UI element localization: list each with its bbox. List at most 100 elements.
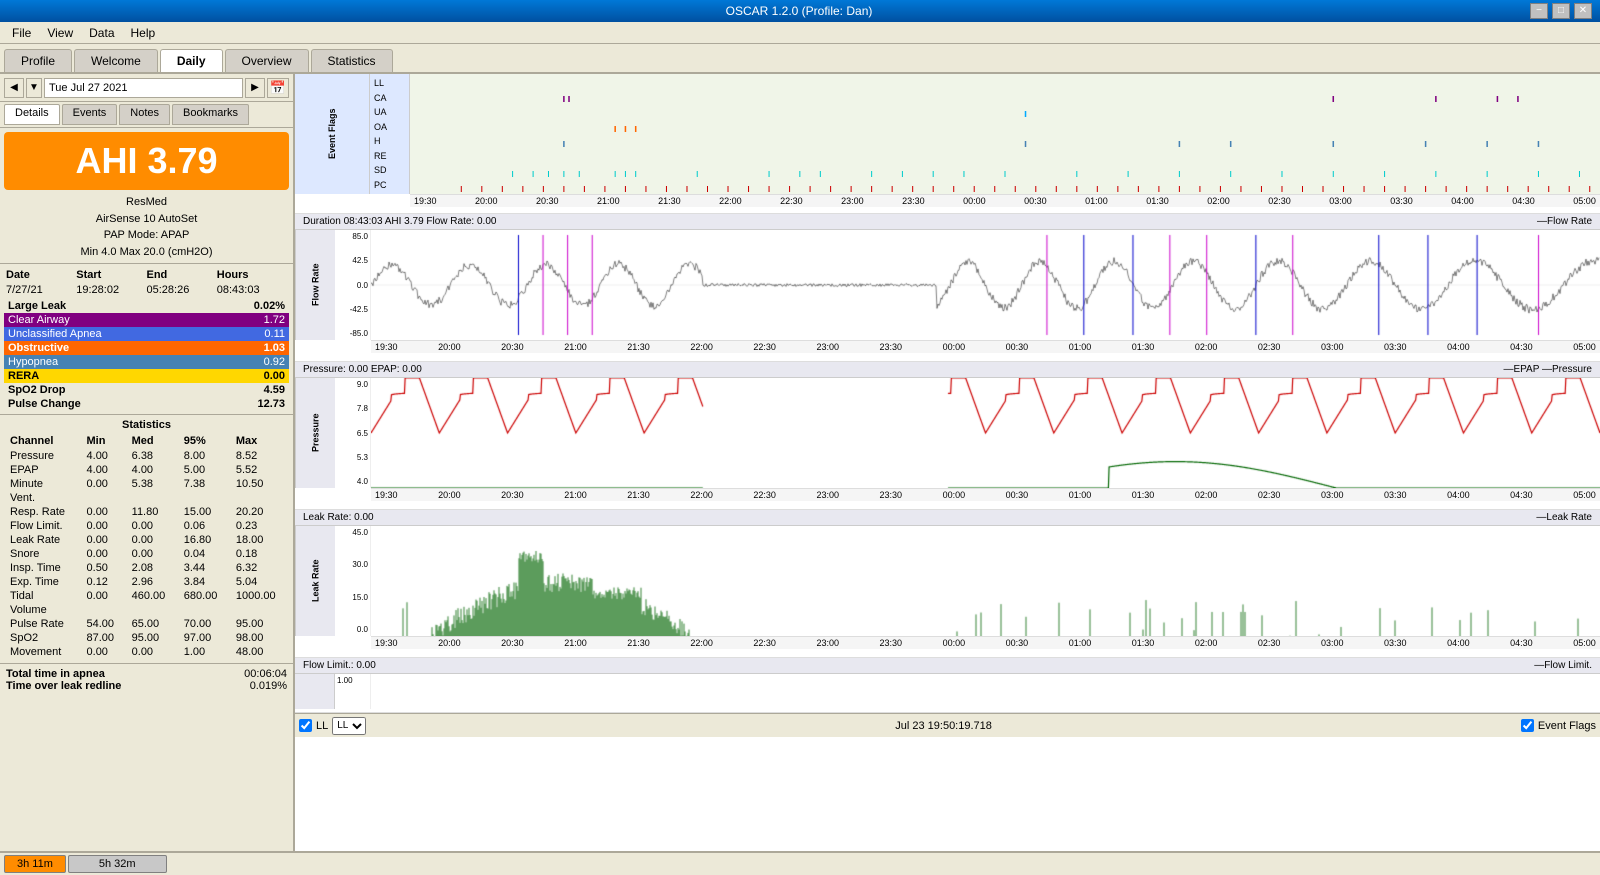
date-input[interactable] bbox=[44, 78, 243, 98]
pressure-canvas bbox=[371, 378, 1600, 488]
tab-profile[interactable]: Profile bbox=[4, 49, 72, 72]
nav-bar: ◀ ▼ ▶ 📅 bbox=[0, 74, 293, 102]
pressure-header: Pressure: 0.00 EPAP: 0.00 bbox=[303, 364, 422, 375]
col-date: Date bbox=[6, 269, 76, 281]
ll-dropdown[interactable]: LL bbox=[332, 717, 366, 735]
event-rera: RERA0.00 bbox=[4, 369, 289, 383]
leak-rate-canvas-container bbox=[371, 526, 1600, 636]
pressure-axis-label: Pressure bbox=[311, 414, 321, 453]
bottom-check-bar: LL LL Jul 23 19:50:19.718 Event Flags bbox=[295, 713, 1600, 737]
flow-limit-chart: Flow Limit.: 0.00 —Flow Limit. 1.00 bbox=[295, 658, 1600, 713]
ahi-box: AHI 3.79 bbox=[4, 132, 289, 190]
tab-daily[interactable]: Daily bbox=[160, 49, 223, 72]
val-start: 19:28:02 bbox=[76, 284, 146, 296]
flow-rate-canvas-container bbox=[371, 230, 1600, 340]
event-flags-axis-label: Event Flags bbox=[327, 109, 337, 160]
flow-rate-legend: —Flow Rate bbox=[1537, 216, 1592, 227]
ahi-value: AHI 3.79 bbox=[75, 140, 217, 181]
flow-rate-time-axis: 19:3020:0020:3021:0021:3022:0022:3023:00… bbox=[371, 340, 1600, 353]
device-info: ResMed AirSense 10 AutoSet PAP Mode: APA… bbox=[4, 194, 289, 260]
flag-re: RE bbox=[374, 151, 405, 161]
main-tab-bar: Profile Welcome Daily Overview Statistic… bbox=[0, 44, 1600, 74]
event-flags-label: Event Flags bbox=[295, 74, 370, 194]
col-hours: Hours bbox=[217, 269, 287, 281]
tab-welcome[interactable]: Welcome bbox=[74, 49, 158, 72]
menu-file[interactable]: File bbox=[4, 24, 39, 42]
menu-bar: File View Data Help bbox=[0, 22, 1600, 44]
subtab-bookmarks[interactable]: Bookmarks bbox=[172, 104, 249, 125]
menu-data[interactable]: Data bbox=[81, 24, 122, 42]
flag-oa: OA bbox=[374, 122, 405, 132]
flag-ua: UA bbox=[374, 107, 405, 117]
event-clear-airway: Clear Airway1.72 bbox=[4, 313, 289, 327]
left-panel: ◀ ▼ ▶ 📅 Details Events Notes Bookmarks A… bbox=[0, 74, 295, 851]
tab-overview[interactable]: Overview bbox=[225, 49, 309, 72]
bottom-right-controls: Event Flags bbox=[1521, 719, 1596, 732]
flow-limit-legend: —Flow Limit. bbox=[1534, 660, 1592, 671]
flags-content bbox=[410, 74, 1600, 194]
val-date: 7/27/21 bbox=[6, 284, 76, 296]
flag-sd: SD bbox=[374, 165, 405, 175]
time-segment-1[interactable]: 3h 11m bbox=[4, 855, 66, 873]
title-bar-title: OSCAR 1.2.0 (Profile: Dan) bbox=[726, 0, 873, 22]
sub-tab-bar: Details Events Notes Bookmarks bbox=[0, 102, 293, 128]
leak-rate-legend: —Leak Rate bbox=[1536, 512, 1592, 523]
event-large-leak: Large Leak0.02% bbox=[4, 299, 289, 313]
ll-checkbox[interactable] bbox=[299, 719, 312, 732]
pressure-time-axis: 19:3020:0020:3021:0021:3022:0022:3023:00… bbox=[371, 488, 1600, 501]
flag-pc: PC bbox=[374, 180, 405, 190]
subtab-notes[interactable]: Notes bbox=[119, 104, 170, 125]
flag-h: H bbox=[374, 136, 405, 146]
event-flags-bottom-label: Event Flags bbox=[1538, 720, 1596, 732]
flow-rate-axis-label: Flow Rate bbox=[311, 264, 321, 307]
total-section: Total time in apnea 00:06:04 Time over l… bbox=[6, 668, 287, 692]
flag-ll: LL bbox=[374, 78, 405, 88]
total-leak-row: Time over leak redline 0.019% bbox=[6, 680, 287, 692]
subtab-events[interactable]: Events bbox=[62, 104, 118, 125]
bottom-timestamp: Jul 23 19:50:19.718 bbox=[895, 720, 992, 732]
val-hours: 08:43:03 bbox=[217, 284, 287, 296]
time-segment-2[interactable]: 5h 32m bbox=[68, 855, 167, 873]
nav-back-btn[interactable]: ◀ bbox=[4, 78, 24, 98]
device-brand: ResMed bbox=[4, 194, 289, 211]
leak-rate-axis-label: Leak Rate bbox=[311, 560, 321, 603]
left-scrollable[interactable]: AHI 3.79 ResMed AirSense 10 AutoSet PAP … bbox=[0, 128, 293, 851]
events-section: Large Leak0.02% Clear Airway1.72 Unclass… bbox=[4, 299, 289, 411]
right-panel: Event Flags LL CA UA OA H RE SD PC bbox=[295, 74, 1600, 851]
total-apnea-label: Total time in apnea bbox=[6, 668, 105, 680]
stats-title: Statistics bbox=[4, 419, 289, 431]
close-btn[interactable]: ✕ bbox=[1574, 3, 1592, 19]
minimize-btn[interactable]: − bbox=[1530, 3, 1548, 19]
total-apnea-value: 00:06:04 bbox=[244, 668, 287, 680]
flow-limit-canvas-container bbox=[371, 674, 1600, 709]
leak-rate-chart: Leak Rate: 0.00 —Leak Rate Leak Rate 45.… bbox=[295, 510, 1600, 658]
pressure-canvas-container bbox=[371, 378, 1600, 488]
total-apnea-row: Total time in apnea 00:06:04 bbox=[6, 668, 287, 680]
col-start: Start bbox=[76, 269, 146, 281]
ll-label: LL bbox=[316, 720, 328, 732]
nav-cal-btn[interactable]: 📅 bbox=[267, 78, 289, 98]
pressure-chart: Pressure: 0.00 EPAP: 0.00 —EPAP —Pressur… bbox=[295, 362, 1600, 510]
leak-rate-header: Leak Rate: 0.00 bbox=[303, 512, 374, 523]
event-hypopnea: Hypopnea0.92 bbox=[4, 355, 289, 369]
bottom-bar: 3h 11m 5h 32m bbox=[0, 851, 1600, 875]
leak-rate-canvas bbox=[371, 526, 1600, 636]
menu-view[interactable]: View bbox=[39, 24, 81, 42]
subtab-details[interactable]: Details bbox=[4, 104, 60, 125]
device-model: AirSense 10 AutoSet bbox=[4, 211, 289, 228]
col-end: End bbox=[147, 269, 217, 281]
event-pulse-change: Pulse Change12.73 bbox=[4, 397, 289, 411]
nav-forward-btn[interactable]: ▶ bbox=[245, 78, 265, 98]
main-content: ◀ ▼ ▶ 📅 Details Events Notes Bookmarks A… bbox=[0, 74, 1600, 851]
event-flags-time-axis: 19:3020:0020:3021:0021:3022:0022:3023:00… bbox=[410, 194, 1600, 207]
menu-help[interactable]: Help bbox=[123, 24, 164, 42]
event-spo2-drop: SpO2 Drop4.59 bbox=[4, 383, 289, 397]
flow-rate-canvas bbox=[371, 230, 1600, 340]
nav-dropdown-btn[interactable]: ▼ bbox=[26, 78, 42, 98]
title-bar: OSCAR 1.2.0 (Profile: Dan) − □ ✕ bbox=[0, 0, 1600, 22]
total-leak-value: 0.019% bbox=[250, 680, 287, 692]
maximize-btn[interactable]: □ bbox=[1552, 3, 1570, 19]
pressure-legend: —EPAP —Pressure bbox=[1503, 364, 1592, 375]
tab-statistics[interactable]: Statistics bbox=[311, 49, 393, 72]
event-flags-checkbox[interactable] bbox=[1521, 719, 1534, 732]
